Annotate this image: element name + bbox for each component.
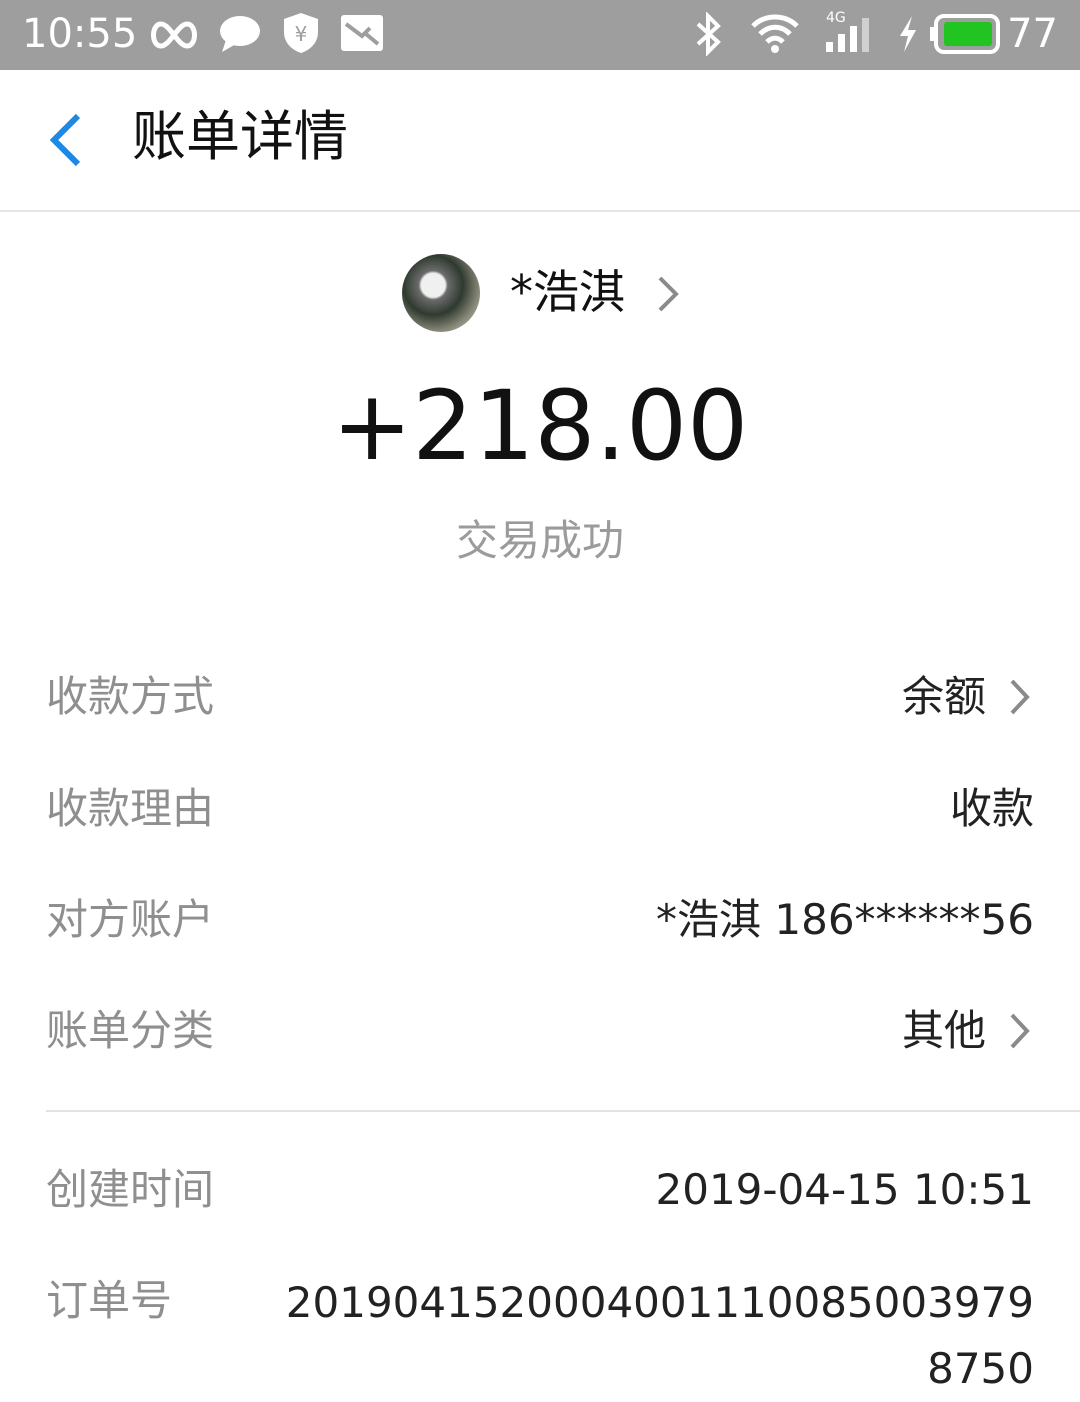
chevron-left-icon [49, 113, 81, 167]
avatar[interactable] [402, 254, 480, 332]
payment-reason-label: 收款理由 [46, 784, 215, 833]
chevron-right-icon [1010, 1013, 1030, 1049]
transaction-status: 交易成功 [455, 516, 624, 565]
counterparty-account-row: 对方账户 *浩淇 186******56 [46, 885, 1034, 955]
payment-method-row[interactable]: 收款方式 余额 [46, 662, 1034, 732]
payment-reason-value: 收款 [949, 784, 1034, 833]
battery-icon [930, 14, 1000, 54]
created-time-value: 2019-04-15 10:51 [655, 1165, 1034, 1214]
infinity-icon [151, 21, 197, 49]
chevron-right-icon[interactable] [652, 272, 682, 316]
transaction-amount: +218.00 [331, 370, 749, 482]
payment-method-value: 余额 [901, 672, 986, 721]
bill-category-value: 其他 [901, 1006, 986, 1055]
created-time-row: 创建时间 2019-04-15 10:51 [46, 1155, 1034, 1225]
divider [46, 1110, 1080, 1112]
mail-icon [341, 15, 383, 51]
created-time-label: 创建时间 [46, 1165, 215, 1214]
bluetooth-icon [696, 12, 721, 56]
chevron-right-icon [1010, 679, 1030, 715]
order-number-label: 订单号 [46, 1276, 173, 1325]
counterparty-account-label: 对方账户 [46, 895, 215, 944]
status-time: 10:55 [22, 11, 138, 57]
header-bar: 账单详情 [0, 70, 1080, 212]
chat-icon [220, 16, 260, 52]
wifi-icon [751, 14, 799, 53]
payment-reason-row: 收款理由 收款 [46, 774, 1034, 844]
svg-text:¥: ¥ [295, 22, 308, 46]
shield-yen-icon: ¥ [284, 13, 318, 53]
bill-category-row[interactable]: 账单分类 其他 [46, 996, 1034, 1066]
page-title: 账单详情 [132, 105, 348, 168]
bill-category-label: 账单分类 [46, 1006, 215, 1055]
status-bar: 10:55 ¥ 4G 77 [0, 0, 1080, 70]
counterparty-account-value: *浩淇 186******56 [656, 895, 1034, 944]
charging-icon [900, 16, 916, 52]
payment-method-label: 收款方式 [46, 672, 215, 721]
back-button[interactable] [44, 110, 94, 170]
payee-name[interactable]: *浩淇 [510, 262, 625, 322]
signal-icon [826, 18, 869, 52]
order-number-value[interactable]: 2019041520004001110085003979875​0 [274, 1270, 1034, 1402]
battery-level: 77 [1007, 11, 1058, 57]
